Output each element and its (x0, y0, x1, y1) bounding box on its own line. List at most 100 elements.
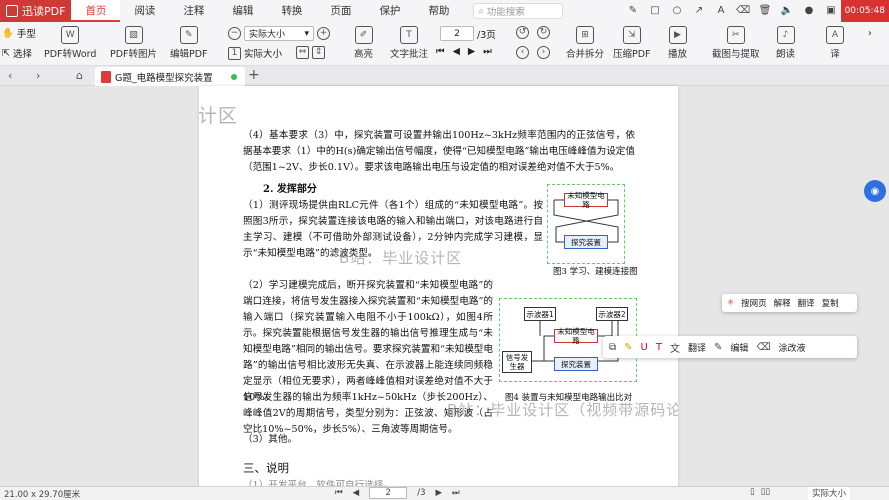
fig3-connectors (553, 199, 619, 243)
mic-icon[interactable]: ● (802, 3, 816, 17)
status-first-page-icon[interactable]: ⏮ (335, 488, 343, 498)
page-size-label: 21.00 x 29.70厘米 (4, 490, 81, 500)
trash-icon[interactable]: 🗑 (758, 3, 772, 17)
highlight-pen-icon[interactable]: ✎ (624, 342, 632, 353)
status-zoom-select[interactable]: 实际大小 (808, 487, 851, 500)
back-icon[interactable]: ‹ (516, 46, 529, 59)
volume-icon[interactable]: 🔈 (780, 3, 794, 17)
pen-icon[interactable]: ✎ (626, 3, 640, 17)
play-button[interactable]: ▶ 播放 (668, 26, 687, 60)
speaker-icon: ♪ (776, 26, 795, 44)
text-annotation-label: 文字批注 (390, 49, 429, 60)
tab-convert[interactable]: 转换 (267, 0, 316, 22)
translate-icon: 文 (669, 343, 680, 355)
screenshot-icon: ✂ (726, 26, 745, 44)
translate-button[interactable]: A 译 (826, 26, 844, 60)
tab-annotate[interactable]: 注释 (169, 0, 218, 22)
ribbon-toolbar: ✋ 手型 ⇱ 选择 W PDF转Word ▨ PDF转图片 ✎ 编辑PDF − … (0, 22, 889, 66)
status-next-page-icon[interactable]: ▶ (435, 488, 442, 498)
status-prev-page-icon[interactable]: ◀ (353, 488, 360, 498)
fit-page-icon[interactable]: ⇕ (312, 46, 325, 59)
screenshot-extract-button[interactable]: ✂ 截图与提取 (712, 26, 760, 60)
status-page-input[interactable]: 2 (369, 487, 408, 499)
word-icon: W (61, 26, 80, 44)
highlight-button[interactable]: ✐ 高亮 (354, 26, 373, 60)
arrow-icon[interactable]: ↗ (692, 3, 706, 17)
hand-tool-label: 手型 (16, 29, 36, 40)
square-icon[interactable]: □ (648, 3, 662, 17)
tab-help[interactable]: 帮助 (414, 0, 463, 22)
ai-assistant-icon[interactable]: ◉ (864, 180, 886, 202)
app-logo[interactable]: 迅读PDF (0, 0, 72, 22)
actual-size-icon: 1 (228, 46, 241, 60)
selection-erase-button[interactable]: 涂改液 (779, 341, 806, 354)
rotate-right-icon[interactable]: ↻ (537, 26, 550, 39)
translate-label: 译 (830, 49, 840, 60)
hand-tool[interactable]: ✋ 手型 (2, 26, 36, 41)
forward-icon[interactable]: › (537, 46, 550, 59)
single-page-icon[interactable]: ▯ (750, 487, 755, 497)
double-page-icon[interactable]: ▯▯ (761, 487, 770, 497)
tab-read[interactable]: 阅读 (120, 0, 169, 22)
page-total: /3页 (477, 29, 496, 41)
zoom-select[interactable]: 实际大小 ▾ (244, 26, 314, 41)
pdf-to-image-button[interactable]: ▨ PDF转图片 (110, 26, 157, 60)
chevron-right-icon: › (868, 28, 872, 39)
ai-search-web-button[interactable]: 搜网页 (741, 297, 767, 309)
ai-translate-button[interactable]: 翻译 (798, 297, 815, 309)
underline-icon[interactable]: U (641, 342, 648, 353)
circle-icon[interactable]: ○ (670, 3, 684, 17)
copy-icon[interactable]: ⧉ (609, 342, 616, 353)
eraser-icon[interactable]: ⌫ (736, 3, 750, 17)
camera-icon[interactable]: ▣ (824, 3, 838, 17)
pdf-to-word-button[interactable]: W PDF转Word (44, 26, 96, 60)
heading-extension: 2. 发挥部分 (263, 184, 317, 195)
selection-translate-button[interactable]: 翻译 (688, 341, 706, 354)
page-navigator: 2 /3页 (440, 26, 496, 41)
text-annotation-button[interactable]: T 文字批注 (390, 26, 428, 60)
zoom-out-icon[interactable]: − (228, 27, 241, 40)
compress-pdf-button[interactable]: ⇲ 压缩PDF (613, 26, 651, 60)
back-arrow-icon[interactable]: ‹ (8, 69, 12, 82)
next-page-icon[interactable]: ▶ (468, 46, 475, 57)
view-buttons: ‹ › (516, 46, 550, 59)
tab-protect[interactable]: 保护 (365, 0, 414, 22)
document-workspace: （4）基本要求（3）中，探究装置可设置并输出100Hz~3kHz频率范围内的正弦… (0, 86, 889, 490)
home-icon[interactable]: ⌂ (76, 69, 83, 82)
tab-page[interactable]: 页面 (316, 0, 365, 22)
select-tool[interactable]: ⇱ 选择 (2, 46, 32, 61)
paragraph-basic-req-4: （4）基本要求（3）中，探究装置可设置并输出100Hz~3kHz频率范围内的正弦… (243, 130, 635, 173)
tab-edit[interactable]: 编辑 (218, 0, 267, 22)
first-page-icon[interactable]: ⏮ (436, 46, 445, 57)
pdf-to-image-label: PDF转图片 (110, 49, 158, 60)
fit-width-icon[interactable]: ⇔ (296, 46, 309, 59)
status-page-total: /3 (417, 488, 426, 498)
forward-arrow-icon[interactable]: › (36, 69, 40, 82)
prev-page-icon[interactable]: ◀ (453, 46, 460, 57)
new-tab-plus-icon[interactable]: + (248, 67, 260, 83)
ai-copy-button[interactable]: 复制 (822, 297, 839, 309)
compress-icon: ⇲ (622, 26, 641, 44)
collapse-ribbon[interactable]: › (868, 28, 872, 39)
rotate-left-icon[interactable]: ↺ (516, 26, 529, 39)
zoom-in-icon[interactable]: + (317, 27, 330, 40)
strikethrough-icon[interactable]: T (656, 342, 662, 353)
selection-edit-button[interactable]: 编辑 (730, 341, 748, 354)
function-search-input[interactable]: ⌕ 功能搜索 (473, 3, 564, 19)
document-tab[interactable]: G题_电路模型探究装置 (95, 67, 245, 86)
edit-pdf-button[interactable]: ✎ 编辑PDF (170, 26, 208, 60)
last-page-icon[interactable]: ⏭ (483, 46, 492, 57)
translate-icon: A (826, 26, 844, 44)
page-number-input[interactable]: 2 (440, 26, 474, 41)
tab-home[interactable]: 首页 (71, 0, 121, 22)
search-placeholder: 功能搜索 (486, 7, 525, 18)
recording-timer: 00:05:48 (840, 0, 889, 22)
status-last-page-icon[interactable]: ⏭ (452, 488, 460, 498)
select-tool-label: 选择 (12, 49, 32, 60)
read-aloud-button[interactable]: ♪ 朗读 (776, 26, 795, 60)
text-icon[interactable]: A (714, 3, 728, 17)
actual-size-button[interactable]: 1 实际大小 (228, 46, 282, 60)
text-annotation-icon: T (400, 26, 418, 44)
ai-explain-button[interactable]: 解释 (774, 297, 791, 309)
merge-split-button[interactable]: ⊞ 合并拆分 (566, 26, 604, 60)
